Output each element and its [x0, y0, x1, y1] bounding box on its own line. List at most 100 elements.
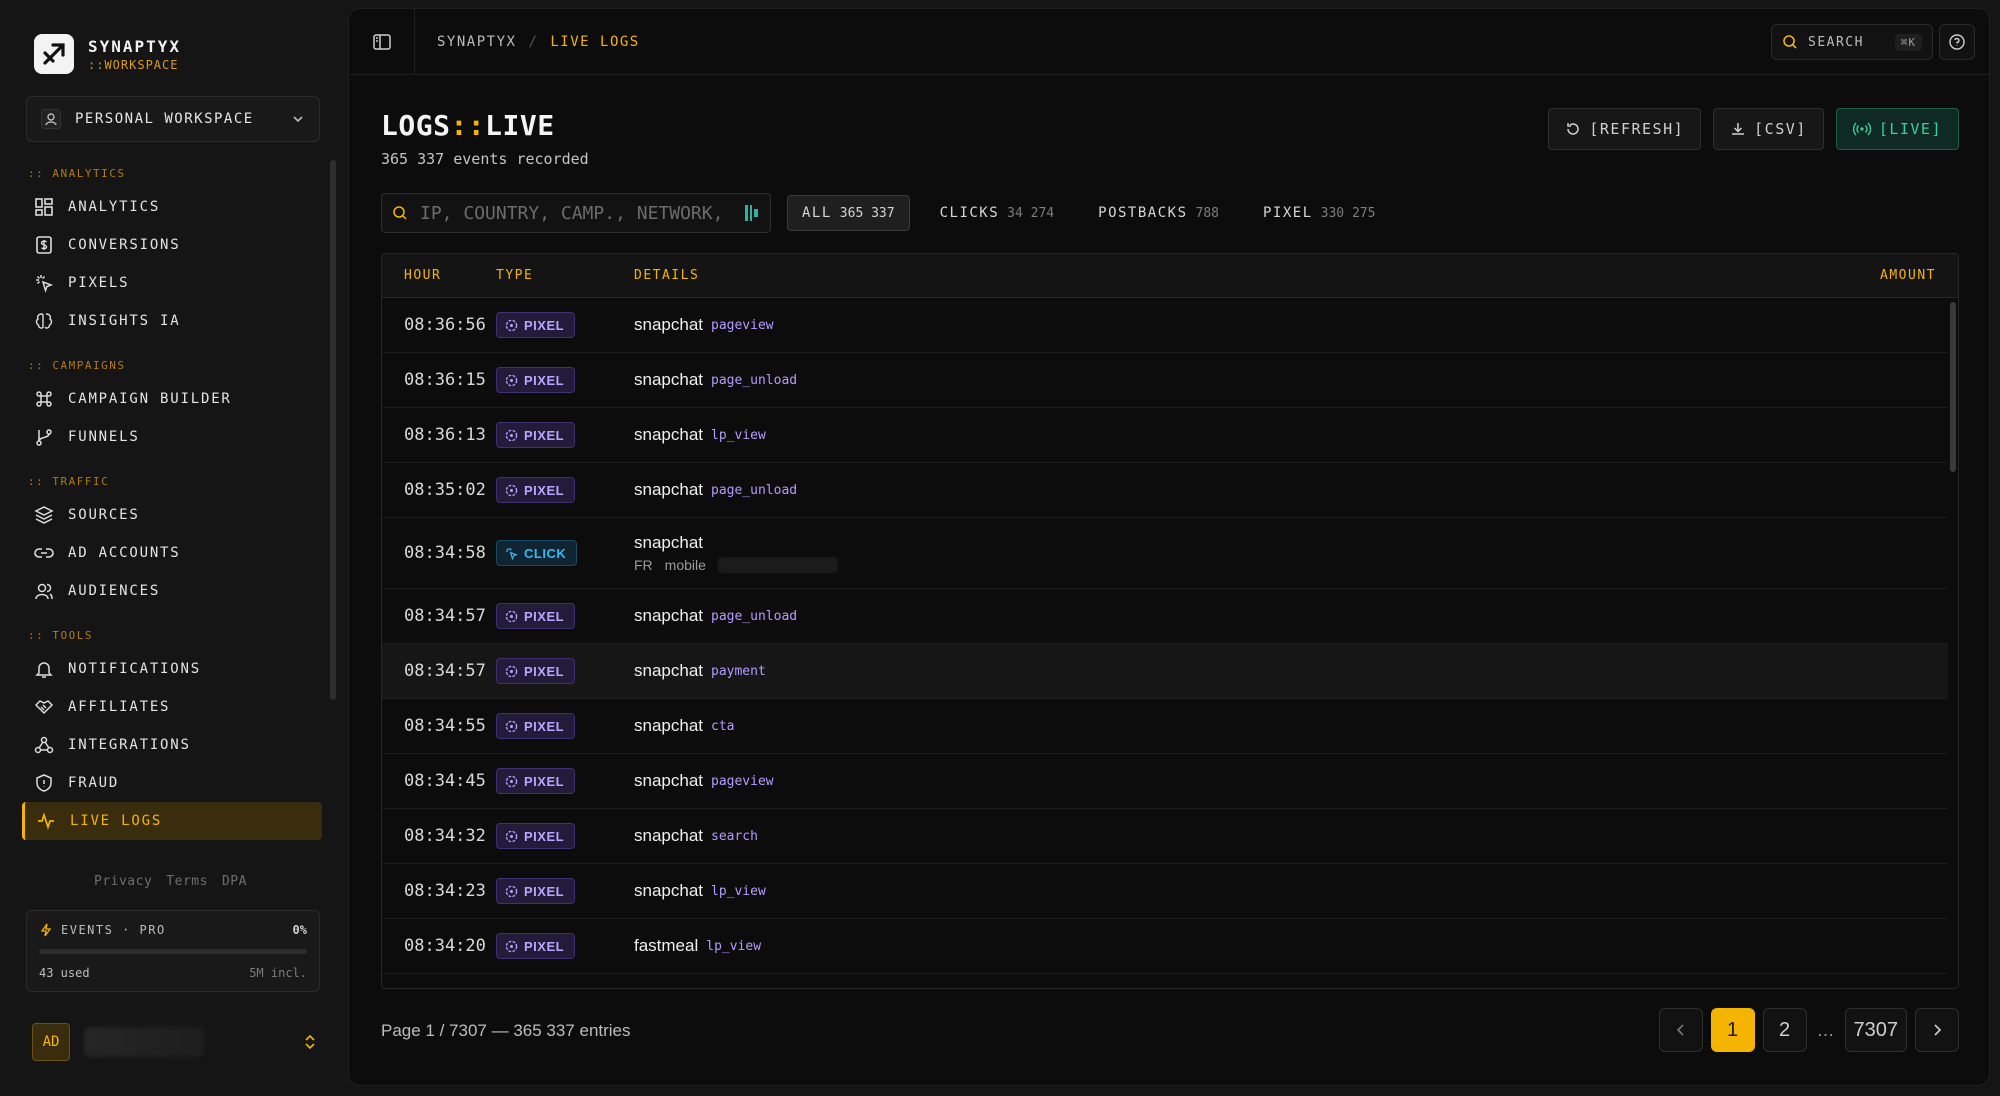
- column-amount[interactable]: AMOUNT: [1880, 268, 1958, 283]
- sidebar-item-affiliates[interactable]: AFFILIATES: [22, 688, 322, 726]
- sidebar-scrollbar[interactable]: [330, 160, 336, 700]
- sidebar-item-notifications[interactable]: NOTIFICATIONS: [22, 650, 322, 688]
- table-row[interactable]: 08:34:55 PIXEL snapchat cta: [382, 699, 1948, 754]
- table-row[interactable]: 08:36:13 PIXEL snapchat lp_view: [382, 408, 1948, 463]
- row-event: pageview: [711, 317, 774, 333]
- export-csv-button[interactable]: [CSV]: [1713, 108, 1824, 150]
- brain-icon: [35, 313, 53, 329]
- row-event: search: [711, 828, 758, 844]
- column-details[interactable]: DETAILS: [634, 268, 1880, 283]
- table-scrollbar[interactable]: [1950, 302, 1956, 472]
- search-label: SEARCH: [1808, 34, 1864, 50]
- broadcast-icon: [1852, 122, 1871, 136]
- sidebar-item-integrations[interactable]: INTEGRATIONS: [22, 726, 322, 764]
- table-row[interactable]: 08:34:45 PIXEL snapchat pageview: [382, 754, 1948, 809]
- global-search-button[interactable]: SEARCH ⌘K: [1771, 24, 1933, 60]
- column-type[interactable]: TYPE: [496, 268, 634, 283]
- user-icon: [41, 109, 61, 129]
- sidebar-item-analytics[interactable]: ANALYTICS: [22, 188, 322, 226]
- breadcrumb-root[interactable]: SYNAPTYX: [437, 34, 516, 50]
- sidebar-item-label: AFFILIATES: [68, 699, 171, 715]
- row-source: snapchat: [634, 771, 703, 790]
- users-icon: [35, 583, 53, 600]
- handshake-icon: [34, 700, 54, 715]
- row-type-badge: PIXEL: [496, 823, 576, 849]
- filter-chip-pixel[interactable]: PIXEL 330 275: [1249, 195, 1389, 231]
- table-row[interactable]: 08:34:58 CLICK snapchat FR mobile: [382, 518, 1948, 589]
- page-2-button[interactable]: 2: [1762, 1008, 1807, 1052]
- sidebar-item-fraud[interactable]: FRAUD: [22, 764, 322, 802]
- row-type-badge: PIXEL: [496, 713, 576, 739]
- table-row[interactable]: 08:35:02 PIXEL snapchat page_unload: [382, 463, 1948, 518]
- row-source: snapchat: [634, 881, 703, 900]
- table-row[interactable]: 08:34:57 PIXEL snapchat payment: [382, 644, 1948, 699]
- row-event: page_unload: [711, 482, 798, 498]
- last-page-button[interactable]: 7307: [1844, 1008, 1907, 1052]
- row-event: page_unload: [711, 372, 798, 388]
- filter-chip-clicks[interactable]: CLICKS 34 274: [926, 195, 1069, 231]
- layers-icon: [34, 506, 54, 524]
- filter-chip-postbacks[interactable]: POSTBACKS 788: [1084, 195, 1233, 231]
- log-search-field[interactable]: [381, 193, 771, 233]
- table-row[interactable]: 08:36:15 PIXEL snapchat page_unload: [382, 353, 1948, 408]
- dpa-link[interactable]: DPA: [222, 874, 247, 889]
- row-type-badge: PIXEL: [496, 878, 576, 904]
- row-type-cell: CLICK: [496, 540, 634, 566]
- sidebar-toggle-icon: [372, 33, 391, 50]
- sidebar-item-live-logs[interactable]: LIVE LOGS: [22, 802, 322, 840]
- sidebar-item-sources[interactable]: SOURCES: [22, 496, 322, 534]
- brand-sub: ::WORKSPACE: [88, 57, 179, 72]
- chevron-down-icon: [293, 116, 303, 123]
- help-button[interactable]: [1939, 24, 1975, 60]
- prev-page-button[interactable]: [1658, 1008, 1703, 1052]
- target-icon: [505, 484, 518, 496]
- brand[interactable]: SYNAPTYX ::WORKSPACE: [34, 34, 181, 74]
- target-icon: [505, 319, 518, 331]
- row-details: snapchat cta: [634, 716, 1948, 736]
- filter-chip-all[interactable]: ALL 365 337: [787, 195, 910, 231]
- row-source: snapchat: [634, 425, 703, 444]
- sidebar-item-campaign-builder[interactable]: CAMPAIGN BUILDER: [22, 380, 322, 418]
- page-header: LOGS::LIVE 365 337 events recorded: [381, 109, 589, 168]
- privacy-link[interactable]: Privacy: [94, 874, 152, 889]
- user-menu[interactable]: AD: [32, 1022, 318, 1062]
- column-hour[interactable]: HOUR: [382, 268, 496, 283]
- sidebar-item-insights[interactable]: INSIGHTS IA: [22, 302, 322, 340]
- table-row[interactable]: 08:34:32 PIXEL snapchat search: [382, 809, 1948, 864]
- sidebar-item-ad-accounts[interactable]: AD ACCOUNTS: [22, 534, 322, 572]
- row-type-cell: PIXEL: [496, 878, 634, 904]
- next-page-button[interactable]: [1915, 1008, 1959, 1052]
- barcode-icon: [745, 205, 758, 221]
- events-used: 43 used: [39, 966, 90, 980]
- chevron-left-icon: [1676, 1024, 1684, 1036]
- sidebar-item-conversions[interactable]: CONVERSIONS: [22, 226, 322, 264]
- live-toggle-button[interactable]: [LIVE]: [1835, 108, 1959, 150]
- row-hour: 08:34:32: [404, 826, 486, 846]
- sidebar-item-label: LIVE LOGS: [70, 813, 163, 829]
- workspace-switcher[interactable]: PERSONAL WORKSPACE: [26, 96, 320, 142]
- row-event: lp_view: [711, 883, 766, 899]
- table-row[interactable]: 08:34:57 PIXEL snapchat page_unload: [382, 589, 1948, 644]
- sidebar-item-pixels[interactable]: PIXELS: [22, 264, 322, 302]
- row-type-badge: CLICK: [496, 540, 578, 566]
- table-row[interactable]: 08:34:23 PIXEL snapchat lp_view: [382, 864, 1948, 919]
- sidebar-item-label: CAMPAIGN BUILDER: [68, 391, 232, 407]
- page-1-button[interactable]: 1: [1710, 1008, 1755, 1052]
- sidebar-item-audiences[interactable]: AUDIENCES: [22, 572, 322, 610]
- activity-icon: [38, 812, 54, 830]
- log-search-input[interactable]: [420, 202, 732, 224]
- sidebar-item-funnels[interactable]: FUNNELS: [22, 418, 322, 456]
- table-row[interactable]: 08:36:56 PIXEL snapchat pageview: [382, 298, 1948, 353]
- sidebar-toggle-button[interactable]: [349, 8, 415, 75]
- shield-alert-icon: [36, 774, 52, 792]
- row-type-badge: PIXEL: [496, 422, 576, 448]
- row-type-badge: PIXEL: [496, 658, 576, 684]
- sidebar-item-label: FRAUD: [68, 775, 120, 791]
- row-type-cell: PIXEL: [496, 603, 634, 629]
- terms-link[interactable]: Terms: [166, 874, 208, 889]
- row-type-cell: PIXEL: [496, 367, 634, 393]
- main-panel: SYNAPTYX / LIVE LOGS SEARCH ⌘K LOGS::LIV…: [348, 8, 1990, 1086]
- pagination-ellipsis: …: [1816, 1019, 1835, 1040]
- refresh-button[interactable]: [REFRESH]: [1548, 108, 1702, 150]
- table-row[interactable]: 08:34:20 PIXEL fastmeal lp_view: [382, 919, 1948, 974]
